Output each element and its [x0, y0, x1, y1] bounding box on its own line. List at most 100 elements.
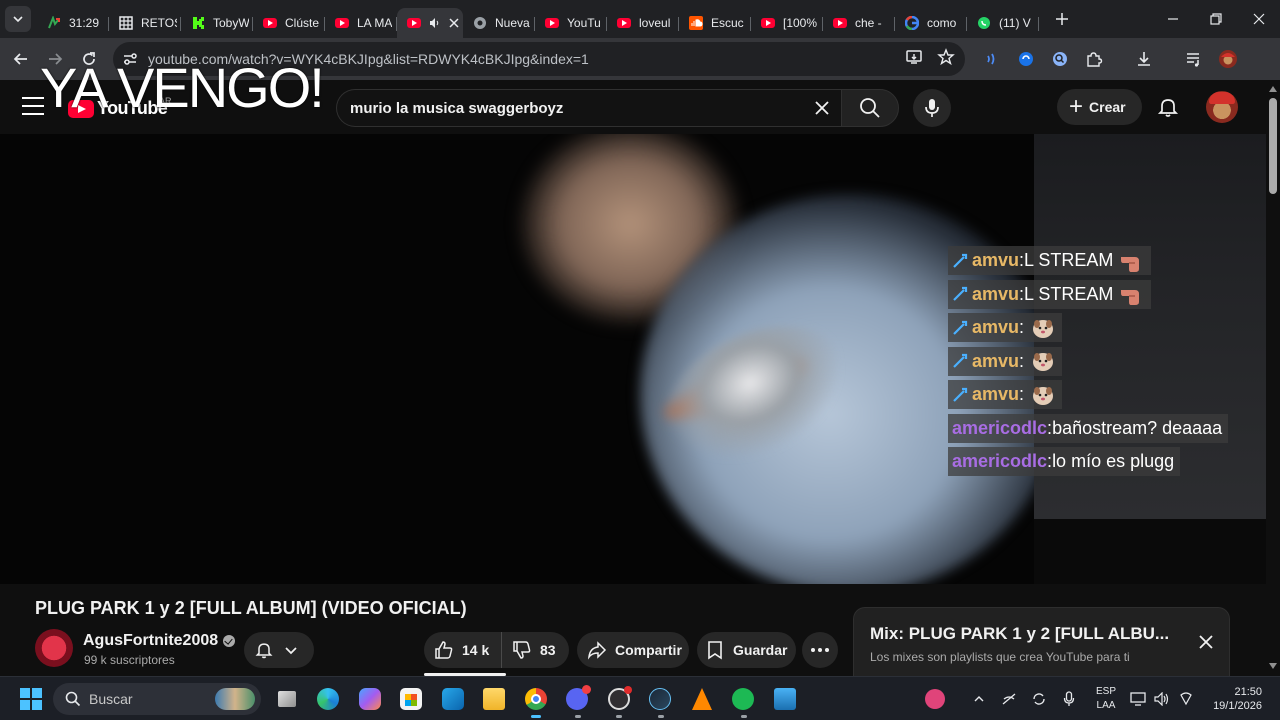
network-off-icon[interactable]: [994, 677, 1024, 720]
scroll-down-arrow-icon[interactable]: [1269, 663, 1277, 669]
audio-playing-icon[interactable]: [429, 17, 441, 29]
new-tab-button[interactable]: [1049, 6, 1075, 32]
browser-tab[interactable]: Clúste: [253, 8, 325, 38]
browser-tab-active[interactable]: [397, 8, 463, 38]
tab-label: Clúste: [285, 16, 320, 30]
sword-badge-icon: [952, 353, 968, 369]
battery-icon[interactable]: [1176, 677, 1196, 720]
photos-icon[interactable]: [764, 677, 806, 720]
browser-tab[interactable]: RETOS: [109, 8, 181, 38]
browser-tab[interactable]: Escuc: [679, 8, 751, 38]
more-actions-button[interactable]: [802, 632, 838, 668]
channel-name[interactable]: AgusFortnite2008: [83, 632, 218, 650]
back-button[interactable]: [4, 42, 38, 76]
close-window-button[interactable]: [1237, 0, 1280, 38]
search-input[interactable]: [350, 99, 790, 117]
extensions-puzzle-icon[interactable]: [1077, 42, 1111, 76]
edge-browser-icon[interactable]: [308, 677, 350, 720]
dislike-count: 83: [540, 642, 556, 658]
microsoft-store-icon[interactable]: [391, 677, 433, 720]
page-scrollbar[interactable]: [1266, 80, 1280, 676]
dislike-button[interactable]: 83: [502, 632, 556, 668]
chat-message: amvu:: [948, 378, 1266, 412]
dog-emote-icon: [1030, 349, 1056, 373]
display-icon[interactable]: [1128, 677, 1148, 720]
share-icon: [587, 641, 607, 660]
maximize-button[interactable]: [1194, 0, 1237, 38]
sword-badge-icon: [952, 320, 968, 336]
plus-icon: +: [1069, 93, 1084, 120]
mix-title[interactable]: Mix: PLUG PARK 1 y 2 [FULL ALBU...: [870, 624, 1170, 644]
browser-tab[interactable]: LA MA: [325, 8, 397, 38]
account-avatar[interactable]: [1206, 91, 1238, 123]
volume-icon[interactable]: [1152, 677, 1172, 720]
bookmark-star-icon[interactable]: [937, 47, 955, 71]
browser-tab[interactable]: (11) V: [967, 8, 1039, 38]
vlc-icon[interactable]: [681, 677, 723, 720]
tab-label: Nueva: [495, 16, 530, 30]
chevron-up-icon[interactable]: [964, 677, 994, 720]
browser-tab[interactable]: che -: [823, 8, 895, 38]
install-app-icon[interactable]: [905, 48, 923, 71]
voice-search-button[interactable]: [913, 89, 951, 127]
minimize-button[interactable]: [1151, 0, 1194, 38]
notification-preference-button[interactable]: [244, 632, 314, 668]
chat-username: amvu: [972, 384, 1020, 405]
windows-start-icon[interactable]: [20, 688, 42, 710]
outlook-icon[interactable]: [432, 677, 474, 720]
tab-search-button[interactable]: [5, 6, 31, 32]
search-box: [336, 89, 841, 127]
mix-playlist-panel[interactable]: Mix: PLUG PARK 1 y 2 [FULL ALBU... Los m…: [853, 607, 1230, 676]
scroll-up-arrow-icon[interactable]: [1269, 86, 1277, 92]
browser-tab[interactable]: 31:29: [37, 8, 109, 38]
media-control-icon[interactable]: [1177, 42, 1211, 76]
share-button[interactable]: Compartir: [577, 632, 689, 668]
chat-text: bañostream? deaaaa: [1052, 417, 1223, 438]
hand-emote-icon: [1119, 249, 1145, 273]
search-button[interactable]: [841, 89, 899, 127]
tab-label: [100%: [783, 16, 818, 30]
obs-icon[interactable]: [598, 677, 640, 720]
video-player[interactable]: amvu: L STREAM amvu: L STREAM amvu: amvu…: [0, 134, 1266, 584]
clear-search-button[interactable]: [809, 95, 835, 121]
like-button[interactable]: 14 k: [424, 632, 502, 668]
copilot-icon[interactable]: [349, 677, 391, 720]
youtube-icon: [761, 16, 775, 30]
channel-avatar[interactable]: [35, 629, 73, 667]
browser-tab[interactable]: Nueva: [463, 8, 535, 38]
save-button[interactable]: Guardar: [697, 632, 796, 668]
share-label: Compartir: [615, 642, 682, 658]
sync-icon[interactable]: [1024, 677, 1054, 720]
extension-audio-icon[interactable]: [975, 42, 1009, 76]
tray-app-icon[interactable]: [920, 677, 950, 720]
taskbar-search[interactable]: Buscar: [53, 683, 261, 715]
chat-separator: :: [1019, 384, 1025, 405]
mic-tray-icon[interactable]: [1054, 677, 1084, 720]
close-mix-button[interactable]: [1194, 630, 1218, 654]
task-view-icon[interactable]: [266, 677, 308, 720]
discord-icon[interactable]: [557, 677, 599, 720]
browser-tab[interactable]: YouTu: [535, 8, 607, 38]
browser-tab[interactable]: como: [895, 8, 967, 38]
channel-name-row[interactable]: AgusFortnite2008: [83, 632, 236, 650]
chrome-taskbar-icon[interactable]: [515, 677, 557, 720]
scrollbar-thumb[interactable]: [1269, 98, 1277, 194]
create-button[interactable]: + Crear: [1057, 89, 1142, 125]
extension-blue-circle-icon[interactable]: [1009, 42, 1043, 76]
browser-tab[interactable]: TobyW: [181, 8, 253, 38]
steam-icon[interactable]: [640, 677, 682, 720]
notifications-bell-icon[interactable]: [1156, 95, 1180, 119]
extension-lens-icon[interactable]: [1043, 42, 1077, 76]
input-language[interactable]: ESP LAA: [1092, 685, 1120, 713]
downloads-icon[interactable]: [1127, 42, 1161, 76]
tab-label: 31:29: [69, 16, 100, 30]
profile-avatar-icon[interactable]: [1211, 42, 1245, 76]
close-tab-icon[interactable]: [449, 18, 459, 28]
file-explorer-icon[interactable]: [474, 677, 516, 720]
system-clock[interactable]: 21:50 19/1/2026: [1196, 685, 1262, 713]
spotify-icon[interactable]: [723, 677, 765, 720]
browser-tab[interactable]: loveul: [607, 8, 679, 38]
browser-tab[interactable]: [100%: [751, 8, 823, 38]
clock-time: 21:50: [1234, 686, 1262, 698]
chat-message: amvu: L STREAM: [948, 244, 1266, 278]
